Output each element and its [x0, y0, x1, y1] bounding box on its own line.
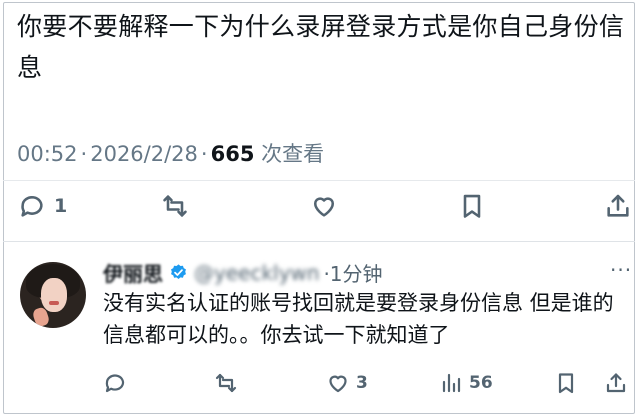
reply-time[interactable]: ·1分钟: [323, 258, 382, 287]
avatar[interactable]: [20, 262, 86, 328]
tweet-time[interactable]: 00:52: [17, 142, 78, 166]
reply-reply-button[interactable]: [103, 371, 127, 395]
tweet-views-count: 665: [210, 142, 255, 166]
reply-like-button[interactable]: 3: [326, 371, 368, 395]
bookmark-button[interactable]: [458, 192, 486, 220]
tweet-text: 你要不要解释一下为什么录屏登录方式是你自己身份信息: [17, 12, 625, 82]
reply-bookmark-button[interactable]: [554, 371, 578, 395]
tweet-views-label: 次查看: [261, 142, 325, 166]
views-icon: [442, 373, 461, 393]
bookmark-icon: [558, 373, 574, 394]
meta-separator: ·: [200, 142, 208, 166]
retweet-icon: [215, 373, 237, 393]
reply-button[interactable]: 1: [18, 192, 67, 220]
meta-separator: ·: [80, 142, 88, 166]
reply-count: 1: [54, 195, 68, 217]
verified-badge-icon: [171, 264, 186, 279]
reply-text: 没有实名认证的账号找回就是要登录身份信息 但是谁的信息都可以的。。你去试一下就知…: [103, 291, 614, 347]
avatar-mouth: [49, 301, 59, 305]
share-icon: [606, 373, 626, 393]
share-button[interactable]: [604, 192, 632, 220]
like-icon: [329, 375, 347, 393]
reply-tweet[interactable]: 伊丽思 @yeecklywn ·1分钟 ··· 没有实名认证的账号找回就是要登录…: [0, 248, 640, 418]
divider: [3, 180, 635, 181]
reply-icon: [105, 374, 125, 393]
reply-views-button[interactable]: 56: [439, 371, 493, 395]
bookmark-icon: [463, 194, 481, 218]
reply-header: 伊丽思 @yeecklywn ·1分钟: [103, 258, 383, 287]
like-button[interactable]: [310, 192, 338, 220]
reply-handle[interactable]: @yeecklywn: [194, 261, 319, 285]
reply-icon: [21, 196, 43, 217]
reply-views-count: 56: [469, 373, 493, 393]
retweet-icon: [163, 195, 187, 217]
retweet-button[interactable]: [161, 192, 189, 220]
divider: [3, 241, 635, 242]
reply-share-button[interactable]: [604, 371, 628, 395]
share-icon: [607, 194, 629, 217]
reply-retweet-button[interactable]: [214, 371, 238, 395]
more-icon[interactable]: ···: [610, 258, 632, 282]
reply-author-name[interactable]: 伊丽思: [103, 258, 163, 287]
reply-like-count: 3: [356, 373, 368, 393]
like-icon: [313, 197, 335, 217]
tweet-meta: 00:52 · 2026/2/28 · 665 次查看: [17, 138, 324, 168]
avatar-face: [41, 278, 67, 312]
tweet-date[interactable]: 2026/2/28: [90, 142, 198, 166]
